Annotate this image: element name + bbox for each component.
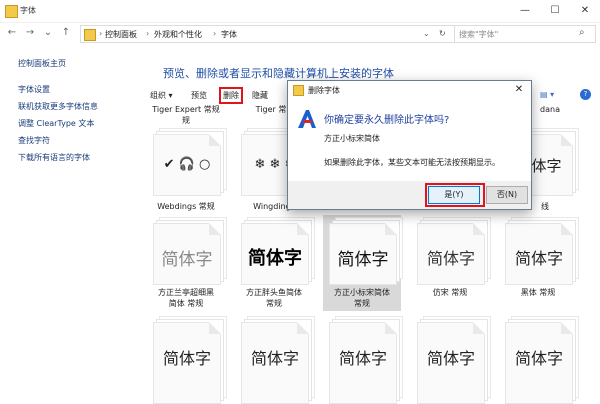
font-tile-heiti[interactable]: 简体字: [505, 223, 573, 285]
breadcrumb-separator: ›: [99, 29, 103, 38]
link-font-info-online[interactable]: 联机获取更多字体信息: [18, 101, 98, 112]
breadcrumb-fonts[interactable]: 字体: [221, 29, 237, 40]
left-pane-home[interactable]: 控制面板主页: [18, 58, 66, 69]
dialog-title: 删除字体: [308, 86, 340, 95]
preview-button[interactable]: 预览: [191, 90, 207, 101]
font-label: 方正小标宋简体 常规: [334, 288, 390, 308]
breadcrumb-control-panel[interactable]: 控制面板: [105, 29, 137, 40]
fonts-location-icon: [84, 29, 96, 41]
address-row: ← → ⌄ ↑ › 控制面板 › 外观和个性化 › 字体 ⌄ ↻ 搜索"字体" …: [0, 22, 600, 44]
dialog-question: 你确定要永久删除此字体吗?: [324, 115, 450, 126]
font-preview-glyph: 简体字: [248, 248, 302, 269]
address-bar[interactable]: › 控制面板 › 外观和个性化 › 字体 ⌄ ↻: [80, 25, 457, 43]
refresh-icon[interactable]: ↻: [439, 29, 446, 38]
font-preview-glyph: 简体字: [514, 249, 563, 268]
window-title: 字体: [20, 6, 36, 15]
organize-button[interactable]: 组织 ▾: [150, 90, 173, 101]
dialog-close-button[interactable]: ✕: [510, 83, 528, 97]
font-preview-glyph: ✔ 🎧 ○: [163, 157, 211, 172]
minimize-button[interactable]: —: [510, 0, 540, 22]
recent-locations-button[interactable]: ⌄: [42, 26, 54, 40]
delete-button[interactable]: 删除: [219, 87, 243, 104]
window-titlebar: 字体 — ☐ ✕: [0, 0, 600, 23]
close-button[interactable]: ✕: [570, 0, 600, 22]
font-label: Tiger Expert 常规: [152, 105, 220, 114]
font-preview-glyph: 简体字: [514, 349, 563, 368]
font-a-icon: [298, 110, 316, 128]
breadcrumb-appearance[interactable]: 外观和个性化: [154, 29, 202, 40]
link-find-character[interactable]: 查找字符: [18, 135, 50, 146]
font-preview-glyph: 简体字: [162, 349, 211, 368]
font-tile[interactable]: 简体字: [153, 322, 221, 404]
dialog-body: 你确定要永久删除此字体吗? 方正小标宋简体 如果删除此字体，某些文本可能无法按预…: [288, 99, 531, 181]
page-heading: 预览、删除或者显示和隐藏计算机上安装的字体: [163, 67, 394, 80]
font-label: 黑体 常规: [520, 288, 556, 297]
font-tile-fangsong[interactable]: 简体字: [417, 223, 485, 285]
back-button[interactable]: ←: [6, 26, 18, 40]
font-label: 仿宋 常规: [432, 288, 468, 297]
fonts-folder-icon: [293, 85, 304, 96]
breadcrumb-separator: ›: [213, 29, 217, 38]
link-download-fonts[interactable]: 下载所有语言的字体: [18, 152, 90, 163]
font-label: 线: [541, 202, 549, 211]
font-tile[interactable]: 简体字: [505, 322, 573, 404]
delete-font-dialog: 删除字体 ✕ 你确定要永久删除此字体吗? 方正小标宋简体 如果删除此字体，某些文…: [287, 80, 532, 210]
link-cleartype[interactable]: 调整 ClearType 文本: [18, 118, 94, 129]
dialog-font-name: 方正小标宋简体: [324, 134, 380, 143]
font-preview-glyph: 简体字: [161, 250, 213, 270]
font-label: 方正胖头鱼简体 常规: [246, 288, 302, 308]
breadcrumb-separator: ›: [146, 29, 150, 38]
font-label: 方正兰亭超细黑 简体 常规: [158, 288, 214, 308]
font-label: dana: [540, 105, 560, 114]
hide-button[interactable]: 隐藏: [252, 90, 268, 101]
font-preview-glyph: 简体字: [426, 349, 475, 368]
font-tile-lanting[interactable]: 简体字: [153, 223, 221, 285]
yes-button[interactable]: 是(Y): [428, 186, 480, 204]
link-font-settings[interactable]: 字体设置: [18, 84, 50, 95]
font-tile[interactable]: 简体字: [417, 322, 485, 404]
font-tile-xiaobiaosong[interactable]: 简体字: [329, 223, 397, 285]
font-preview-glyph: 简体字: [426, 249, 475, 268]
font-label: 规: [182, 116, 190, 125]
search-box[interactable]: 搜索"字体" ⌕: [454, 25, 596, 43]
up-button[interactable]: ↑: [60, 26, 72, 40]
font-preview-glyph: 简体字: [337, 250, 389, 270]
font-tile[interactable]: 简体字: [329, 322, 397, 404]
font-preview-glyph: 简体字: [250, 349, 299, 368]
font-tile-pangtouyu[interactable]: 简体字: [241, 223, 309, 285]
no-button[interactable]: 否(N): [486, 186, 528, 204]
search-icon[interactable]: ⌕: [579, 27, 585, 38]
search-placeholder: 搜索"字体": [459, 30, 499, 39]
font-tile-webdings[interactable]: ✔ 🎧 ○: [153, 134, 221, 196]
address-dropdown-icon[interactable]: ⌄: [423, 29, 430, 38]
maximize-button[interactable]: ☐: [540, 0, 570, 22]
font-tile[interactable]: 简体字: [241, 322, 309, 404]
view-options-icon[interactable]: ▤ ▾: [540, 90, 554, 99]
help-icon[interactable]: ?: [580, 89, 591, 100]
font-label: Webdings 常规: [157, 202, 215, 211]
dialog-warning: 如果删除此字体，某些文本可能无法按预期显示。: [324, 158, 500, 167]
font-preview-glyph: 简体字: [338, 349, 387, 368]
forward-button[interactable]: →: [24, 26, 36, 40]
dialog-titlebar: 删除字体 ✕: [288, 81, 531, 99]
fonts-folder-icon: [5, 5, 18, 18]
